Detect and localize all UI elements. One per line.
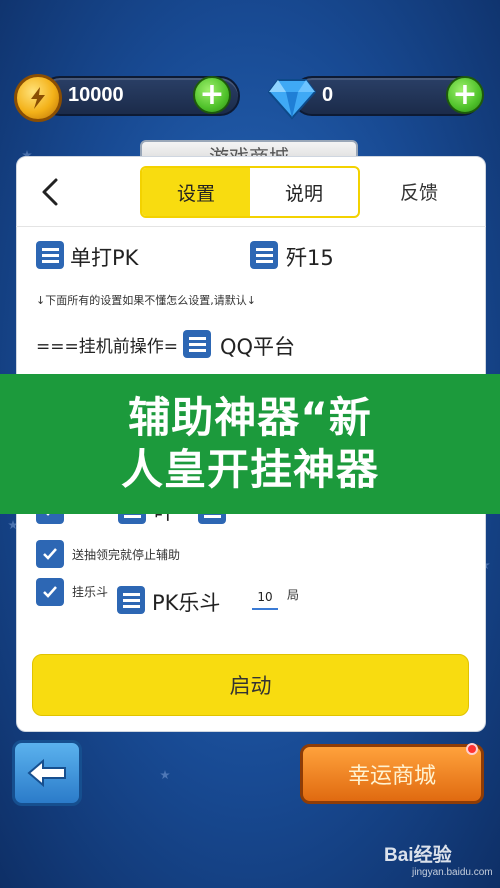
header-divider xyxy=(16,226,486,227)
gem-amount: 0 xyxy=(322,84,334,106)
pk-mode-label[interactable]: PK乐斗 xyxy=(152,587,220,617)
watermark-url: jingyan.baidu.com xyxy=(412,867,493,878)
diamond-icon xyxy=(268,79,316,120)
list-icon[interactable] xyxy=(250,241,278,269)
rounds-unit: 局 xyxy=(287,588,300,602)
add-gems-button[interactable]: + xyxy=(446,76,484,114)
coin-amount: 10000 xyxy=(68,84,124,106)
list-icon[interactable] xyxy=(183,330,211,358)
promo-banner: 辅助神器“新 人皇开挂神器 xyxy=(0,374,500,514)
star-icon xyxy=(160,770,170,780)
tab-settings[interactable]: 设置 xyxy=(142,168,250,216)
fun-checkbox[interactable] xyxy=(36,578,64,606)
plane-select-label[interactable]: 歼15 xyxy=(286,242,334,272)
rounds-input[interactable]: 10 xyxy=(252,590,278,610)
list-icon[interactable] xyxy=(117,586,145,614)
return-button[interactable] xyxy=(12,740,82,806)
platform-select-label[interactable]: QQ平台 xyxy=(220,331,295,361)
tab-instructions[interactable]: 说明 xyxy=(250,168,358,216)
lucky-shop-button[interactable]: 幸运商城 xyxy=(300,744,484,804)
list-icon[interactable] xyxy=(36,241,64,269)
feedback-link[interactable]: 反馈 xyxy=(400,178,438,205)
back-arrow-icon[interactable] xyxy=(36,176,66,208)
fun-checkbox-label: 挂乐斗 xyxy=(72,585,109,599)
start-button[interactable]: 启动 xyxy=(32,654,469,716)
tab-bar: 设置 说明 xyxy=(140,166,360,218)
banner-line-1: 辅助神器“新 xyxy=(128,393,372,442)
settings-hint: ↓下面所有的设置如果不懂怎么设置,请默认↓ xyxy=(36,294,256,307)
baidu-watermark: Bai经验 xyxy=(384,845,452,866)
banner-line-2: 人皇开挂神器 xyxy=(120,445,379,494)
coin-icon xyxy=(14,74,62,122)
mode-select-label[interactable]: 单打PK xyxy=(70,242,138,272)
stop-checkbox-label: 送抽领完就停止辅助 xyxy=(72,548,181,562)
game-screen: 10000 + 0 + 游戏商城 设置 说明 反馈 单打PK 歼15 ↓下面所有… xyxy=(0,0,500,888)
add-coins-button[interactable]: + xyxy=(193,76,231,114)
notification-dot xyxy=(466,743,478,755)
left-arrow-icon xyxy=(27,758,66,788)
pre-operation-label: ===挂机前操作= xyxy=(36,337,178,357)
stop-checkbox[interactable] xyxy=(36,540,64,568)
